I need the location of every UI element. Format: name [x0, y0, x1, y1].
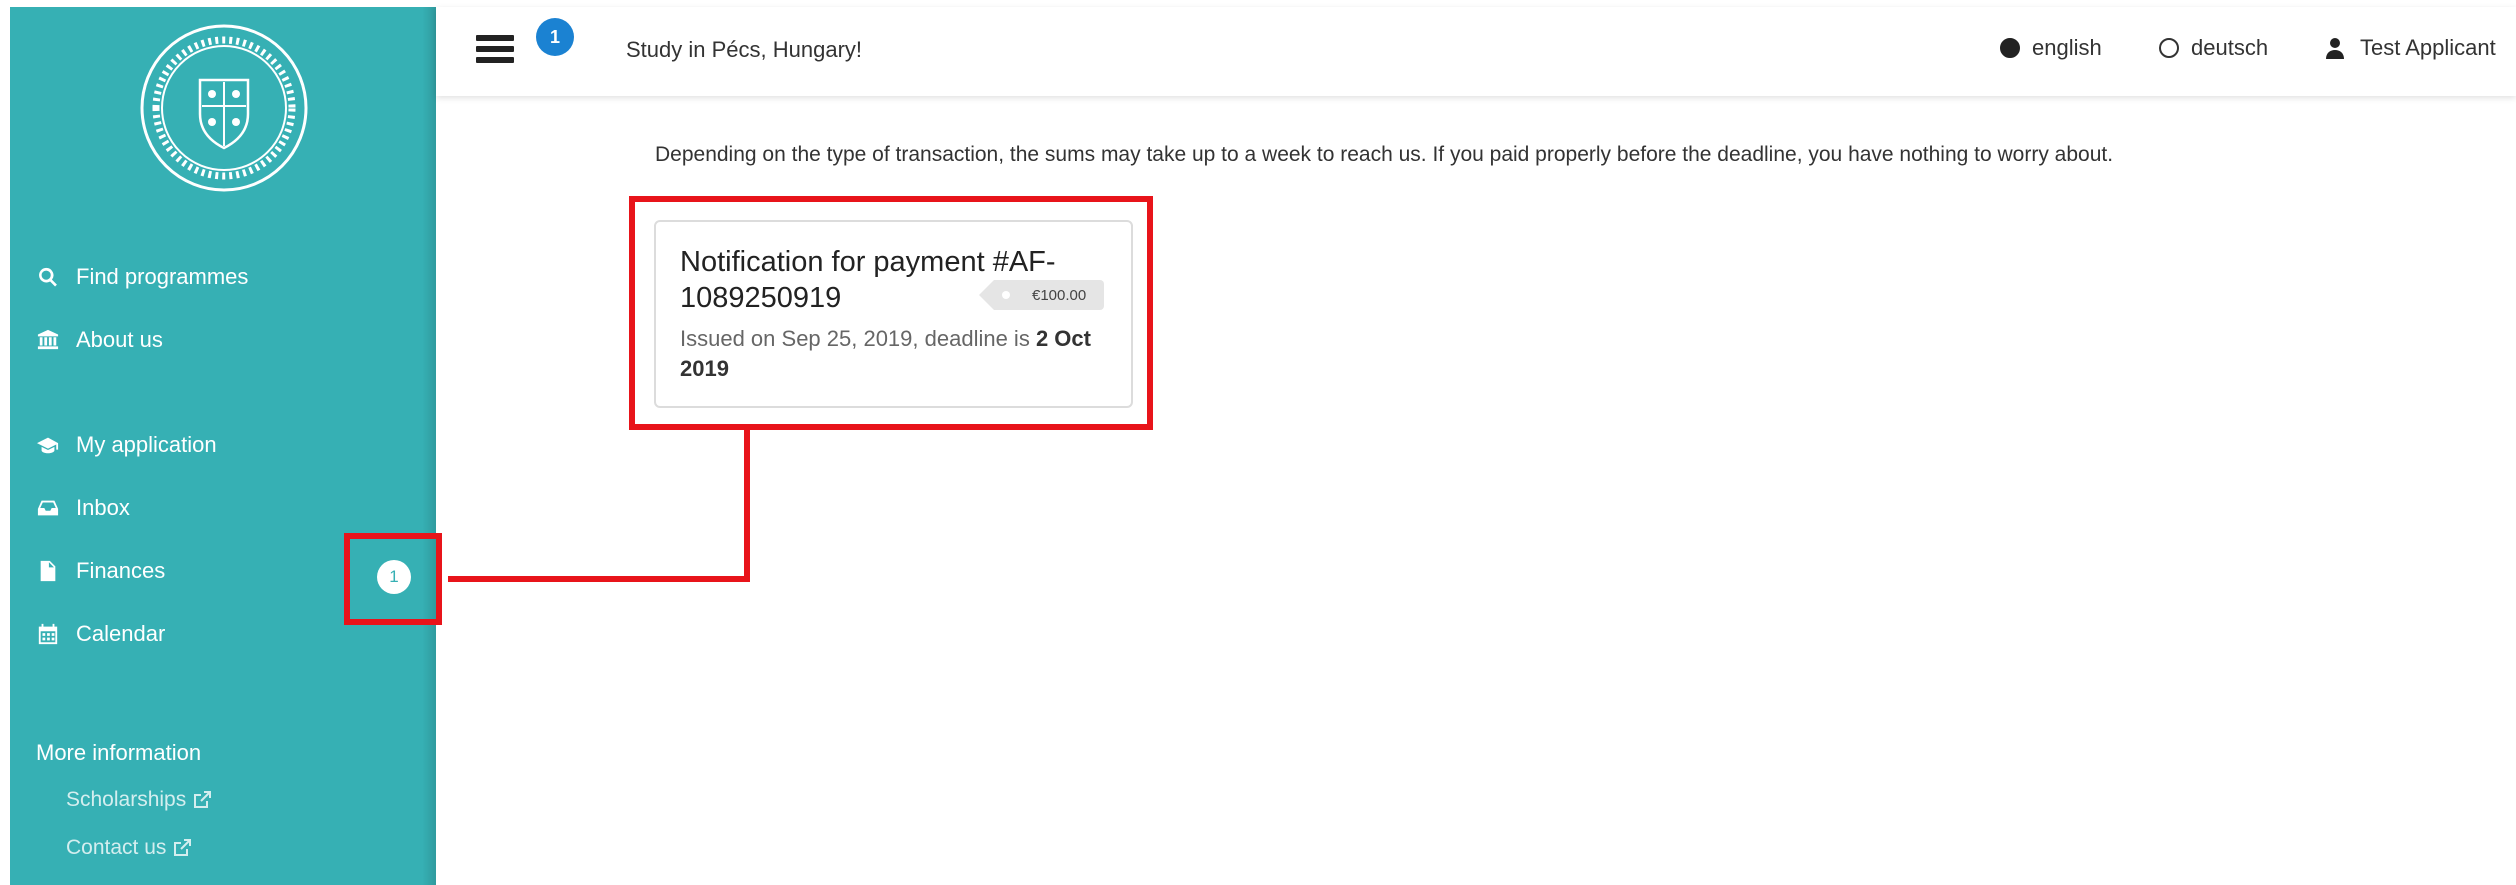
- radio-selected-icon: [2000, 38, 2020, 58]
- graduation-cap-icon: [36, 433, 60, 457]
- highlight-box-payment-card: [629, 196, 1153, 430]
- language-label: english: [2032, 35, 2102, 60]
- university-seal-logo: [140, 24, 308, 192]
- nav-label: Find programmes: [76, 264, 249, 289]
- university-icon: [36, 328, 60, 352]
- language-option-english[interactable]: english: [2000, 35, 2102, 61]
- nav-my-application[interactable]: My application: [36, 425, 217, 465]
- nav-label: Calendar: [76, 621, 166, 646]
- nav-finances[interactable]: Finances: [36, 551, 165, 591]
- link-label: Contact us: [66, 836, 167, 859]
- user-menu[interactable]: Test Applicant: [2326, 35, 2496, 61]
- hamburger-bar: [476, 35, 514, 41]
- nav-inbox[interactable]: Inbox: [36, 488, 130, 528]
- app-root: Find programmes About us My application …: [0, 0, 2516, 885]
- file-icon: [36, 559, 60, 583]
- link-scholarships[interactable]: Scholarships: [66, 788, 212, 812]
- user-icon: [2326, 38, 2344, 59]
- nav-label: Inbox: [76, 495, 130, 520]
- menu-toggle-button[interactable]: [476, 35, 514, 67]
- external-link-icon: [174, 839, 192, 856]
- nav-label: Finances: [76, 558, 166, 583]
- nav-label: About us: [76, 327, 163, 352]
- language-option-deutsch[interactable]: deutsch: [2159, 35, 2268, 61]
- link-contact-us[interactable]: Contact us: [66, 836, 192, 860]
- menu-notification-badge: 1: [536, 18, 574, 56]
- connector-line-horizontal: [448, 576, 750, 582]
- connector-line-vertical: [744, 430, 750, 582]
- payment-notice-text: Depending on the type of transaction, th…: [655, 143, 2114, 166]
- search-icon: [36, 265, 60, 289]
- site-title: Study in Pécs, Hungary!: [626, 37, 863, 62]
- calendar-icon: [36, 622, 60, 646]
- nav-calendar[interactable]: Calendar: [36, 614, 165, 654]
- inbox-icon: [36, 496, 60, 520]
- nav-find-programmes[interactable]: Find programmes: [36, 257, 248, 297]
- external-link-icon: [194, 791, 212, 808]
- highlight-box-finances-badge: [344, 533, 442, 625]
- language-label: deutsch: [2191, 35, 2269, 60]
- hamburger-bar: [476, 57, 514, 63]
- nav-about-us[interactable]: About us: [36, 320, 163, 360]
- radio-unselected-icon: [2159, 38, 2179, 58]
- hamburger-bar: [476, 46, 514, 52]
- more-information-heading: More information: [36, 740, 202, 765]
- nav-label: My application: [76, 432, 217, 457]
- user-name: Test Applicant: [2360, 35, 2496, 60]
- link-label: Scholarships: [66, 788, 187, 811]
- top-header: 1 Study in Pécs, Hungary! english deutsc…: [436, 7, 2516, 96]
- sidebar: Find programmes About us My application …: [10, 7, 436, 885]
